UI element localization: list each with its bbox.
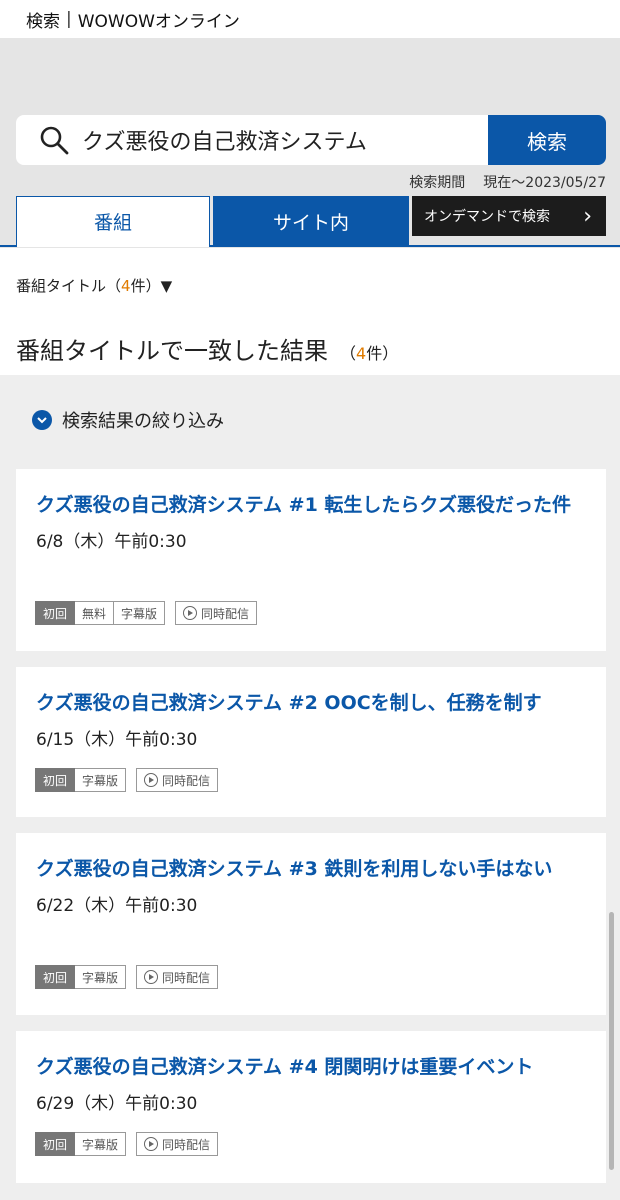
ondemand-label: オンデマンドで検索: [424, 209, 550, 225]
tab-programs[interactable]: 番組: [16, 196, 210, 246]
result-heading-text: 番組タイトルで一致した結果: [16, 337, 328, 365]
badge-subtitle: 字幕版: [114, 601, 166, 625]
badge-row: 初回 字幕版 同時配信: [35, 768, 219, 792]
refine-toggle[interactable]: 検索結果の絞り込み: [32, 407, 224, 433]
search-input[interactable]: [82, 127, 462, 153]
program-date: 6/22（木）午前0:30: [36, 896, 198, 916]
simulcast-label: 同時配信: [162, 970, 211, 985]
program-card-1[interactable]: クズ悪役の自己救済システム #1 転生したらクズ悪役だった件 6/8（木）午前0…: [16, 469, 606, 651]
badge-simulcast: 同時配信: [136, 1132, 219, 1156]
search-period: 検索期間 現在～2023/05/27: [409, 172, 606, 192]
search-form: 検索: [16, 115, 606, 165]
count-close: 件）: [366, 344, 399, 363]
period-label: 検索期間: [409, 175, 466, 191]
simulcast-label: 同時配信: [162, 1137, 211, 1152]
tab-site[interactable]: サイト内: [213, 196, 409, 246]
badge-first: 初回: [35, 601, 76, 625]
badge-row: 初回 無料 字幕版 同時配信: [35, 601, 258, 625]
badge-row: 初回 字幕版 同時配信: [35, 965, 219, 989]
title-separator: |: [66, 9, 72, 29]
program-card-2[interactable]: クズ悪役の自己救済システム #2 OOCを制し、任務を制す 6/15（木）午前0…: [16, 667, 606, 817]
search-box[interactable]: [16, 115, 488, 165]
result-list: 検索結果の絞り込み クズ悪役の自己救済システム #1 転生したらクズ悪役だった件…: [0, 375, 620, 1200]
result-heading: 番組タイトルで一致した結果 （4件）: [16, 331, 398, 366]
refine-label: 検索結果の絞り込み: [62, 411, 224, 432]
filter-dropdown[interactable]: 番組タイトル（4件）▼: [16, 275, 172, 296]
program-title[interactable]: クズ悪役の自己救済システム #2 OOCを制し、任務を制す: [36, 687, 586, 719]
play-icon: [144, 1137, 159, 1151]
search-button[interactable]: 検索: [488, 115, 606, 165]
chevron-down-circle-icon: [32, 410, 52, 430]
play-icon: [183, 606, 198, 620]
badge-subtitle: 字幕版: [75, 965, 127, 989]
badge-simulcast: 同時配信: [175, 601, 258, 625]
simulcast-label: 同時配信: [162, 773, 211, 788]
page-label: 検索: [26, 11, 60, 32]
count-number: 4: [356, 344, 367, 363]
program-date: 6/8（木）午前0:30: [36, 532, 187, 552]
program-date: 6/15（木）午前0:30: [36, 730, 198, 750]
program-card-4[interactable]: クズ悪役の自己救済システム #4 閉関明けは重要イベント 6/29（木）午前0:…: [16, 1031, 606, 1183]
ondemand-search-button[interactable]: オンデマンドで検索 ›: [412, 196, 606, 236]
badge-first: 初回: [35, 768, 76, 792]
program-card-3[interactable]: クズ悪役の自己救済システム #3 鉄則を利用しない手はない 6/22（木）午前0…: [16, 833, 606, 1015]
simulcast-label: 同時配信: [201, 606, 250, 621]
active-tab-gap: [17, 244, 209, 247]
badge-first: 初回: [35, 965, 76, 989]
site-name[interactable]: WOWOWオンライン: [78, 7, 240, 32]
badge-free: 無料: [75, 601, 115, 625]
badge-subtitle: 字幕版: [75, 768, 127, 792]
filter-suffix: 件）▼: [130, 277, 173, 295]
top-bar: 検索 | WOWOWオンライン: [0, 0, 620, 38]
chevron-right-icon: ›: [583, 203, 592, 229]
badge-subtitle: 字幕版: [75, 1132, 127, 1156]
program-title[interactable]: クズ悪役の自己救済システム #3 鉄則を利用しない手はない: [36, 853, 586, 885]
play-icon: [144, 970, 159, 984]
scrollbar[interactable]: [609, 912, 614, 1170]
program-title[interactable]: クズ悪役の自己救済システム #4 閉関明けは重要イベント: [36, 1051, 586, 1083]
result-count: （4件）: [340, 344, 398, 363]
filter-prefix: 番組タイトル（: [16, 277, 122, 295]
play-icon: [144, 773, 159, 787]
program-title[interactable]: クズ悪役の自己救済システム #1 転生したらクズ悪役だった件: [36, 489, 586, 521]
badge-row: 初回 字幕版 同時配信: [35, 1132, 219, 1156]
badge-simulcast: 同時配信: [136, 768, 219, 792]
search-icon: [40, 126, 69, 155]
filter-count: 4: [121, 277, 131, 295]
period-value: 現在～2023/05/27: [483, 175, 606, 191]
badge-first: 初回: [35, 1132, 76, 1156]
count-open: （: [340, 344, 357, 363]
program-date: 6/29（木）午前0:30: [36, 1094, 198, 1114]
badge-simulcast: 同時配信: [136, 965, 219, 989]
tab-bar: 番組 サイト内 オンデマンドで検索 ›: [16, 196, 606, 246]
